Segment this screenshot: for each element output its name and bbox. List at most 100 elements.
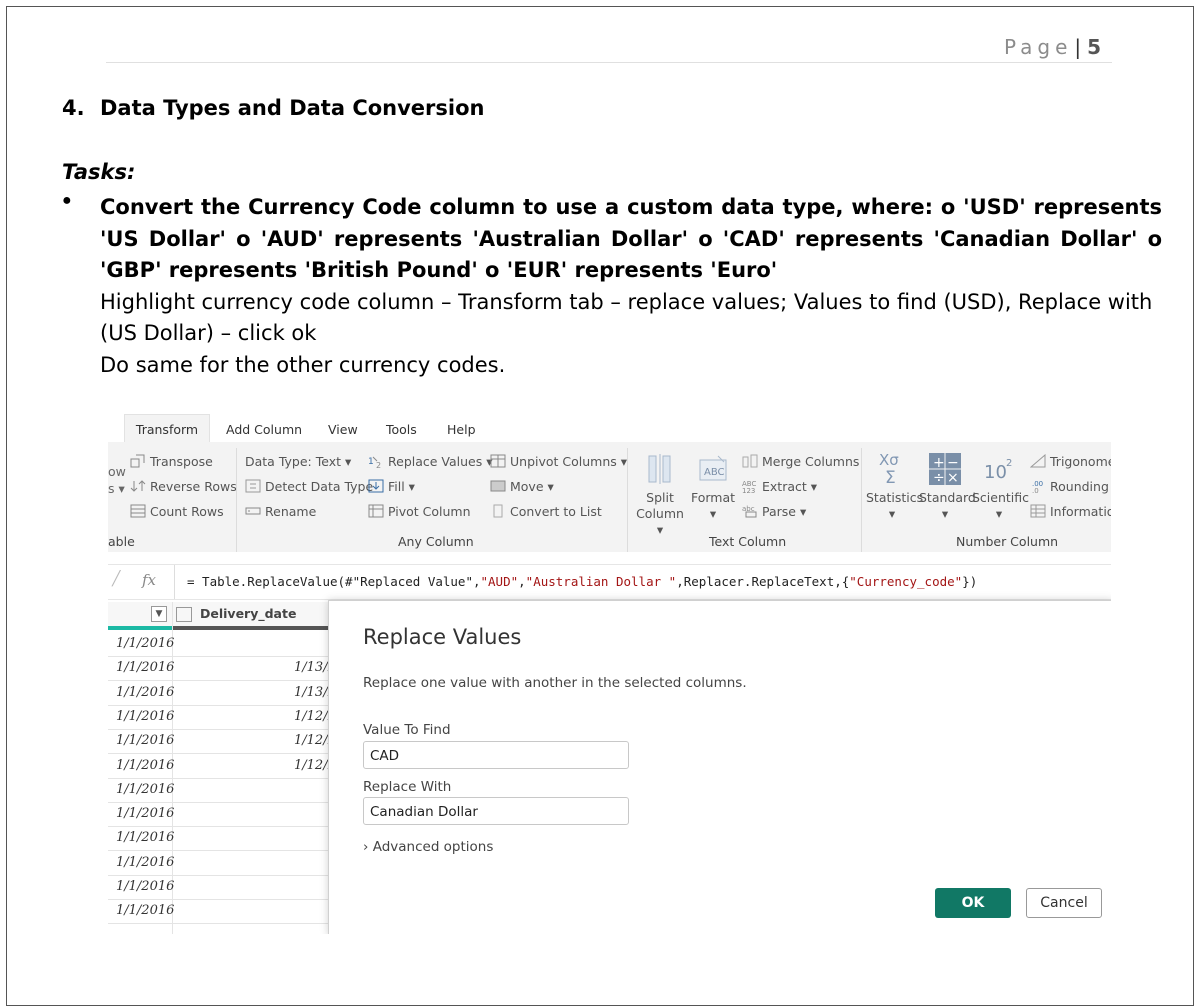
table-row: 1/1/2016 <box>108 851 348 876</box>
table-cell: 1/1/2016 <box>116 830 175 846</box>
column-quality-bar <box>108 626 172 630</box>
tab-help[interactable]: Help <box>447 422 476 437</box>
svg-text:2: 2 <box>1006 458 1012 469</box>
task-instruction: Highlight currency code column – Transfo… <box>100 289 1153 346</box>
replace-with-input[interactable]: Canadian Dollar <box>363 797 629 825</box>
ok-button[interactable]: OK <box>935 888 1011 918</box>
partial-label: ow <box>108 464 126 479</box>
formula-bar: ╱ fx = Table.ReplaceValue(#"Replaced Val… <box>108 564 1111 600</box>
convert-to-list-button[interactable]: Convert to List <box>490 504 602 519</box>
section-number: 4. <box>62 96 85 120</box>
pivot-icon <box>368 504 384 518</box>
section-title: Data Types and Data Conversion <box>100 96 485 120</box>
table-cell: 1/1/2016 <box>116 733 175 749</box>
group-label-table: able <box>108 534 135 549</box>
tab-tools[interactable]: Tools <box>386 422 417 437</box>
pivot-column-button[interactable]: Pivot Column <box>368 504 471 519</box>
svg-text:1: 1 <box>368 457 374 467</box>
svg-text:2: 2 <box>376 461 381 468</box>
information-button[interactable]: Informatio <box>1030 504 1111 519</box>
bullet-icon: ● <box>62 192 72 209</box>
svg-text:Σ: Σ <box>885 468 896 486</box>
cancel-button[interactable]: Cancel <box>1026 888 1102 918</box>
trigonometry-button[interactable]: Trigonome <box>1030 454 1111 469</box>
formula-input[interactable]: = Table.ReplaceValue(#"Replaced Value","… <box>174 565 1111 599</box>
move-button[interactable]: Move ▾ <box>490 479 554 494</box>
check-icon[interactable]: ╱ <box>112 571 120 587</box>
fx-icon: fx <box>142 571 157 589</box>
replace-values-button[interactable]: 1 2 Replace Values ▾ <box>368 454 493 469</box>
merge-columns-button[interactable]: Merge Columns <box>742 454 859 469</box>
split-column-icon <box>648 454 671 484</box>
ribbon-divider <box>861 448 862 552</box>
table-cell: 1/1/2016 <box>116 684 175 700</box>
scientific-button[interactable]: 10 2 Scientific ▾ <box>972 450 1029 522</box>
table-row: 1/1/2016 1/12/2 <box>108 705 348 730</box>
column-filter-icon[interactable]: ▼ <box>151 606 167 622</box>
fill-button[interactable]: Fill ▾ <box>368 479 415 494</box>
table-cell: 1/1/2016 <box>116 636 175 651</box>
transpose-icon <box>130 454 145 468</box>
format-icon: ABC <box>699 455 727 481</box>
svg-text:10: 10 <box>984 462 1007 483</box>
transpose-button[interactable]: Transpose <box>130 454 213 469</box>
rounding-icon: .00.0 <box>1032 480 1043 493</box>
svg-text:Xσ: Xσ <box>879 451 899 469</box>
table-cell: 1/1/2016 <box>116 903 175 919</box>
rename-icon <box>245 507 261 515</box>
table-row: 1/1/2016 <box>108 899 348 925</box>
tab-transform[interactable]: Transform <box>124 414 210 442</box>
header-rule <box>106 62 1112 63</box>
table-row: 1/1/2016 <box>108 875 348 900</box>
information-icon <box>1030 504 1046 518</box>
statistics-button[interactable]: Xσ Σ Statistics ▾ <box>866 450 923 522</box>
parse-icon: abc <box>742 505 757 518</box>
rename-button[interactable]: Rename <box>245 504 316 519</box>
parse-button[interactable]: abc Parse ▾ <box>742 504 806 519</box>
replace-values-dialog: Replace Values Replace one value with an… <box>328 600 1111 934</box>
table-row: 1/1/2016 <box>108 632 348 657</box>
count-rows-icon <box>130 504 146 518</box>
advanced-options-toggle[interactable]: › Advanced options <box>363 839 493 855</box>
svg-text:×: × <box>947 470 959 486</box>
tab-view[interactable]: View <box>328 422 358 437</box>
standard-button[interactable]: + − ÷ × Standard ▾ <box>919 450 976 522</box>
value-to-find-input[interactable]: CAD <box>363 741 629 769</box>
group-label-number-column: Number Column <box>956 534 1059 549</box>
rounding-button[interactable]: .00.0Rounding ▾ <box>1030 479 1111 494</box>
data-type-dropdown[interactable]: Data Type: Text ▾ <box>245 454 351 469</box>
page-label: Page <box>1004 35 1073 59</box>
dialog-title: Replace Values <box>363 625 522 649</box>
dialog-description: Replace one value with another in the se… <box>363 675 747 691</box>
data-grid: ▼ Delivery_date 1/1/2016 1/1/2016 1/13/2 1/… <box>108 602 348 934</box>
standard-icon: + −÷ × <box>929 453 961 486</box>
table-cell: 1/1/2016 <box>116 879 175 894</box>
table-row: 1/1/2016 <box>108 778 348 803</box>
extract-icon: ABC123 <box>742 480 756 493</box>
page-header: Page | 5 <box>1004 35 1101 59</box>
convert-list-icon <box>493 504 503 518</box>
detect-type-icon <box>245 479 261 493</box>
split-column-button[interactable]: Split Column ▾ <box>633 452 687 538</box>
unpivot-icon <box>490 454 506 468</box>
value-to-find-label: Value To Find <box>363 722 451 738</box>
unpivot-columns-button[interactable]: Unpivot Columns ▾ <box>490 454 627 469</box>
table-cell: 1/1/2016 <box>116 854 175 870</box>
format-button[interactable]: ABC Format ▾ <box>690 452 736 522</box>
ribbon-divider <box>627 448 628 552</box>
detect-data-type-button[interactable]: Detect Data Type <box>245 479 373 494</box>
tab-add-column[interactable]: Add Column <box>226 422 302 437</box>
date-type-icon[interactable] <box>176 607 192 622</box>
table-cell: 1/1/2016 <box>116 660 175 676</box>
extract-button[interactable]: ABC 123 Extract ▾ <box>742 479 817 494</box>
table-cell: 1/1/2016 <box>116 806 175 822</box>
reverse-rows-button[interactable]: Reverse Rows <box>130 479 237 494</box>
task-note: Do same for the other currency codes. <box>100 352 506 377</box>
count-rows-button[interactable]: Count Rows <box>130 504 224 519</box>
group-label-any-column: Any Column <box>398 534 474 549</box>
column-name[interactable]: Delivery_date <box>200 606 296 621</box>
grid-column-header: ▼ Delivery_date <box>108 602 348 629</box>
table-row: 1/1/2016 1/12/2 <box>108 754 348 779</box>
table-row: 1/1/2016 1/12/2 <box>108 729 348 755</box>
replace-with-label: Replace With <box>363 779 452 795</box>
